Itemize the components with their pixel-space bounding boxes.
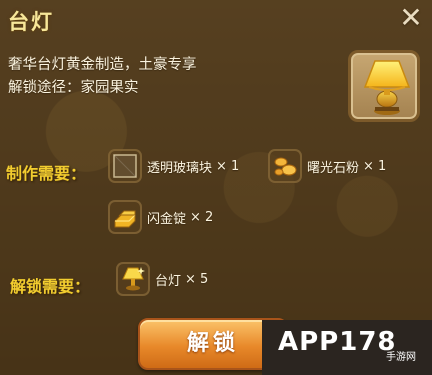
unlock-item-lamp: 台灯 × 5	[116, 262, 208, 296]
watermark-brand: APP178	[278, 327, 397, 357]
unlock-item-name: 台灯	[155, 273, 182, 289]
close-icon: ✕	[399, 1, 423, 34]
craft-item-name: 闪金锭	[147, 211, 187, 227]
glass-block-slot	[108, 149, 142, 183]
craft-item-name: 透明玻璃块	[147, 160, 213, 176]
craft-item-qty: × 1	[363, 158, 387, 174]
close-button[interactable]: ✕	[398, 4, 424, 32]
dawn-stone-powder-icon	[274, 157, 297, 176]
golden-lamp-icon	[363, 60, 411, 115]
dialog-title: 台灯	[8, 10, 54, 34]
watermark-sub: 手游网	[386, 352, 416, 363]
craft-requirements-label: 制作需要：	[6, 164, 87, 183]
gold-ingot-slot	[108, 200, 142, 234]
item-preview-slot	[348, 50, 420, 122]
item-description: 奢华台灯黄金制造，土豪专享	[8, 57, 197, 73]
lamp-fragment-icon	[122, 267, 145, 291]
craft-item-dawn-powder: 曙光石粉 × 1	[268, 149, 386, 183]
unlock-item-qty: × 5	[185, 271, 209, 287]
lamp-fragment-slot	[116, 262, 150, 296]
glass-block-icon	[113, 154, 137, 178]
item-detail-dialog: 台灯 ✕ 奢华台灯黄金制造，土豪专享 解锁途径：家园果实 制作需要： 透明玻璃块…	[0, 0, 432, 375]
unlock-requirements-label: 解锁需要：	[10, 277, 91, 296]
craft-item-name: 曙光石粉	[307, 160, 360, 176]
unlock-method: 解锁途径：家园果实	[8, 80, 139, 96]
craft-item-gold-ingot: 闪金锭 × 2	[108, 200, 213, 234]
gold-ingot-icon	[114, 210, 136, 228]
craft-item-qty: × 1	[216, 158, 240, 174]
craft-item-glass: 透明玻璃块 × 1	[108, 149, 239, 183]
craft-item-qty: × 2	[190, 209, 214, 225]
dawn-powder-slot	[268, 149, 302, 183]
